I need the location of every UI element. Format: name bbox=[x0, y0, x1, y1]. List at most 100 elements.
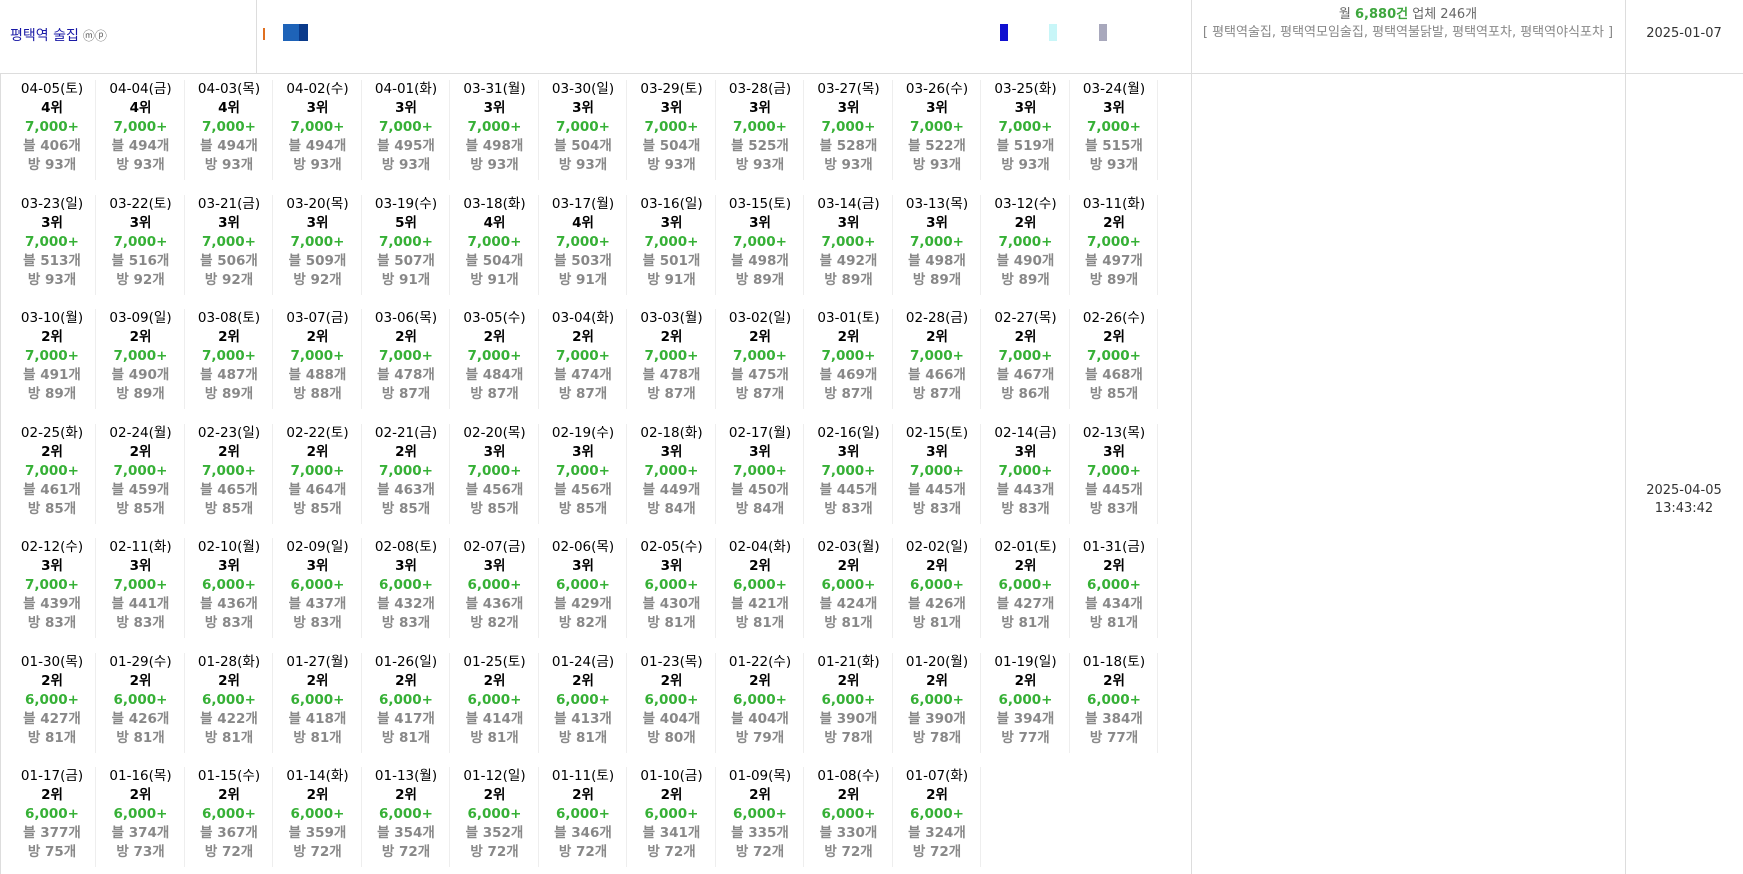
day-volume: 6,000+ bbox=[732, 691, 787, 708]
day-volume: 6,000+ bbox=[998, 577, 1053, 593]
day-rank: 3위 bbox=[926, 214, 948, 231]
day-cafe-count: 방 93개 bbox=[470, 157, 519, 173]
day-cell: 02-05(수) 3위 6,000+ 블 430개 방 81개 bbox=[628, 538, 716, 640]
day-blog-count: 블 519개 bbox=[996, 138, 1055, 154]
day-volume: 6,000+ bbox=[555, 691, 610, 708]
day-date: 01-25(토) bbox=[463, 653, 526, 670]
day-blog-count: 블 459개 bbox=[111, 481, 170, 498]
day-volume: 7,000+ bbox=[113, 348, 168, 364]
day-date: 03-05(수) bbox=[463, 310, 526, 326]
day-volume: 6,000+ bbox=[1086, 691, 1141, 708]
day-blog-count: 블 528개 bbox=[819, 138, 878, 154]
day-rank: 3위 bbox=[572, 558, 594, 574]
trend-block-icon bbox=[283, 24, 299, 41]
day-blog-count: 블 494개 bbox=[111, 138, 170, 154]
day-blog-count: 블 436개 bbox=[200, 596, 258, 612]
day-cafe-count: 방 72개 bbox=[381, 844, 431, 860]
day-rank: 2위 bbox=[749, 672, 771, 689]
day-cell: 01-17(금) 2위 6,000+ 블 377개 방 75개 bbox=[8, 767, 96, 869]
day-date: 01-29(수) bbox=[109, 653, 172, 670]
day-blog-count: 블 490개 bbox=[996, 252, 1055, 269]
day-cafe-count: 방 77개 bbox=[1001, 729, 1050, 746]
day-cafe-count: 방 89개 bbox=[27, 386, 77, 402]
day-date: 02-24(월) bbox=[109, 424, 172, 441]
day-cafe-count: 방 85개 bbox=[381, 500, 431, 517]
day-date: 03-19(수) bbox=[374, 195, 438, 212]
day-cafe-count: 방 84개 bbox=[647, 500, 696, 517]
day-date: 02-27(목) bbox=[994, 310, 1057, 326]
day-cafe-count: 방 72개 bbox=[647, 844, 696, 860]
keyword-link[interactable]: 평택역 술집 ⓜⓟ bbox=[10, 25, 107, 45]
day-rank: 3위 bbox=[660, 214, 683, 231]
day-rank: 2위 bbox=[837, 787, 860, 803]
day-blog-count: 블 413개 bbox=[554, 710, 612, 727]
day-volume: 7,000+ bbox=[290, 233, 345, 250]
day-cafe-count: 방 75개 bbox=[27, 844, 77, 860]
day-cell: 03-25(화) 3위 7,000+ 블 519개 방 93개 bbox=[982, 80, 1070, 182]
day-date: 02-07(금) bbox=[463, 539, 526, 555]
day-cafe-count: 방 78개 bbox=[824, 729, 873, 746]
day-cafe-count: 방 81개 bbox=[470, 729, 519, 746]
day-cafe-count: 방 84개 bbox=[735, 500, 785, 517]
day-cafe-count: 방 72개 bbox=[558, 844, 608, 860]
keyword-text[interactable]: 평택역 술집 bbox=[10, 28, 79, 44]
day-cell: 01-26(일) 2위 6,000+ 블 417개 방 81개 bbox=[362, 652, 450, 755]
day-blog-count: 블 484개 bbox=[465, 367, 524, 383]
day-cafe-count: 방 81개 bbox=[558, 729, 608, 746]
day-cafe-count: 방 83개 bbox=[204, 615, 254, 631]
day-date: 03-30(일) bbox=[551, 81, 615, 97]
day-volume: 6,000+ bbox=[24, 806, 79, 822]
day-volume: 6,000+ bbox=[998, 691, 1053, 708]
day-volume: 7,000+ bbox=[821, 462, 876, 479]
day-cell: 02-17(월) 3위 7,000+ 블 450개 방 84개 bbox=[716, 423, 804, 526]
day-cell: 01-28(화) 2위 6,000+ 블 422개 방 81개 bbox=[185, 652, 273, 755]
day-volume: 6,000+ bbox=[644, 577, 699, 593]
day-cell: 03-11(화) 2위 7,000+ 블 497개 방 89개 bbox=[1070, 194, 1158, 297]
day-cell: 01-16(목) 2위 6,000+ 블 374개 방 73개 bbox=[97, 767, 185, 869]
day-date: 01-17(금) bbox=[20, 768, 84, 784]
day-volume: 7,000+ bbox=[909, 119, 964, 135]
day-cafe-count: 방 93개 bbox=[647, 157, 696, 173]
day-date: 01-10(금) bbox=[640, 768, 703, 784]
day-cafe-count: 방 85개 bbox=[293, 500, 342, 517]
day-rank: 2위 bbox=[926, 329, 948, 345]
day-cafe-count: 방 93개 bbox=[824, 157, 873, 173]
day-date: 02-20(목) bbox=[463, 424, 526, 441]
day-date: 02-04(화) bbox=[728, 539, 792, 555]
business-count: 업체 246개 bbox=[1412, 7, 1478, 22]
day-rank: 4위 bbox=[41, 100, 63, 116]
day-rank: 2위 bbox=[483, 672, 506, 689]
day-volume: 7,000+ bbox=[644, 119, 699, 135]
day-blog-count: 블 501개 bbox=[642, 252, 701, 269]
day-cafe-count: 방 85개 bbox=[116, 500, 165, 517]
day-rank: 3위 bbox=[1014, 443, 1037, 460]
day-rank: 2위 bbox=[660, 672, 683, 689]
day-rank: 2위 bbox=[129, 787, 152, 803]
day-rank: 4위 bbox=[218, 100, 240, 116]
day-cell: 03-03(월) 2위 7,000+ 블 478개 방 87개 bbox=[628, 309, 716, 411]
day-cafe-count: 방 79개 bbox=[735, 729, 785, 746]
day-cafe-count: 방 81개 bbox=[824, 615, 873, 631]
day-rank: 3위 bbox=[749, 100, 771, 116]
day-volume: 7,000+ bbox=[821, 348, 876, 364]
day-cafe-count: 방 81개 bbox=[735, 615, 785, 631]
day-blog-count: 블 465개 bbox=[200, 481, 258, 498]
day-date: 01-18(토) bbox=[1082, 653, 1146, 670]
day-cafe-count: 방 91개 bbox=[647, 271, 696, 288]
day-date: 02-05(수) bbox=[640, 539, 703, 555]
day-volume: 7,000+ bbox=[467, 233, 522, 250]
day-rank: 3위 bbox=[129, 558, 152, 574]
day-cell: 01-10(금) 2위 6,000+ 블 341개 방 72개 bbox=[628, 767, 716, 869]
day-date: 03-08(토) bbox=[197, 310, 261, 326]
keyword-symbols[interactable]: ⓜⓟ bbox=[83, 29, 107, 43]
day-blog-count: 블 522개 bbox=[908, 138, 966, 154]
day-blog-count: 블 443개 bbox=[996, 481, 1055, 498]
day-date: 03-17(월) bbox=[551, 195, 615, 212]
day-blog-count: 블 394개 bbox=[996, 710, 1055, 727]
day-date: 03-25(화) bbox=[994, 81, 1057, 97]
day-cafe-count: 방 93개 bbox=[293, 157, 342, 173]
day-cafe-count: 방 81개 bbox=[293, 729, 342, 746]
day-volume: 7,000+ bbox=[113, 119, 168, 135]
day-rank: 3위 bbox=[306, 214, 329, 231]
day-blog-count: 블 475개 bbox=[731, 367, 789, 383]
